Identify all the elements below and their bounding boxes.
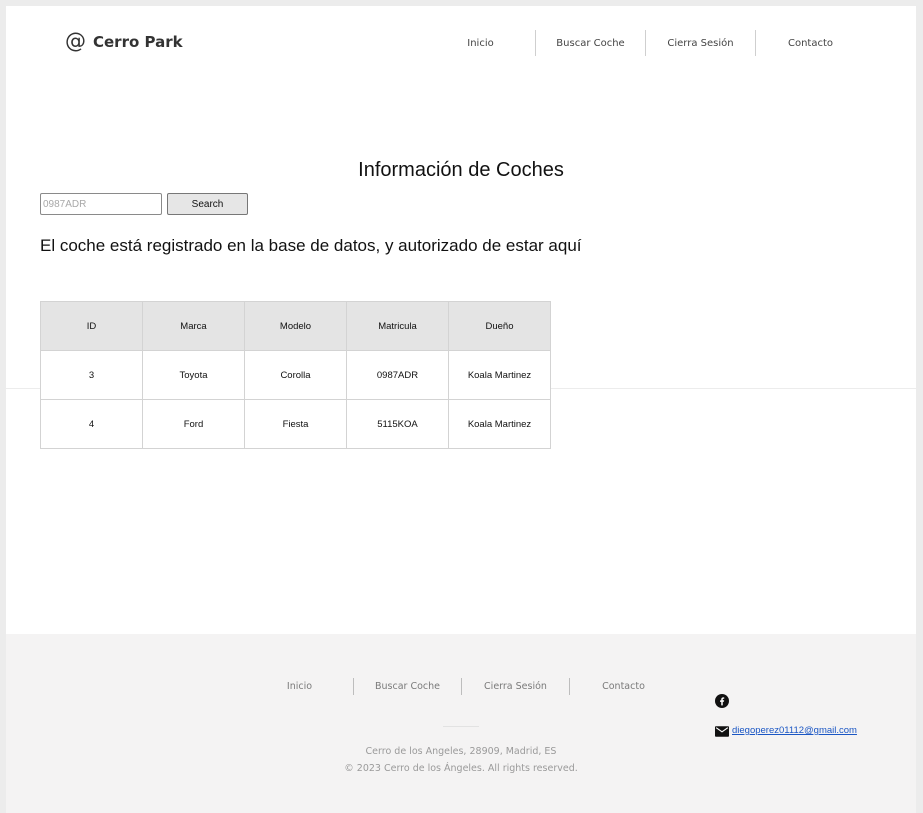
footer-copyright: © 2023 Cerro de los Ángeles. All rights … [344, 763, 578, 774]
facebook-icon[interactable] [715, 694, 729, 708]
nav-inicio[interactable]: Inicio [426, 33, 535, 54]
site-name: Cerro Park [93, 32, 183, 51]
email-link[interactable]: diegoperez01112@gmail.com [732, 725, 857, 736]
footer-rule [443, 726, 479, 727]
nav-buscar-coche[interactable]: Buscar Coche [536, 33, 645, 54]
footer-nav-inicio[interactable]: Inicio [246, 681, 353, 692]
cell-marca: Toyota [142, 350, 245, 400]
cell-marca: Ford [142, 399, 245, 449]
table-header-row: ID Marca Modelo Matricula Dueño [40, 301, 551, 351]
footer: Inicio Buscar Coche Cierra Sesión Contac… [6, 634, 916, 813]
cars-table: ID Marca Modelo Matricula Dueño 3 Toyota… [40, 301, 551, 449]
search-input[interactable] [40, 193, 162, 215]
cell-dueno: Koala Martinez [448, 399, 551, 449]
page-title: Información de Coches [358, 159, 564, 181]
cell-modelo: Fiesta [244, 399, 347, 449]
search-button[interactable]: Search [167, 193, 248, 215]
footer-nav: Inicio Buscar Coche Cierra Sesión Contac… [246, 678, 677, 695]
footer-nav-contacto[interactable]: Contacto [570, 681, 677, 692]
footer-nav-cierra-sesion[interactable]: Cierra Sesión [462, 681, 569, 692]
top-nav: Inicio Buscar Coche Cierra Sesión Contac… [426, 30, 865, 56]
column-header-id: ID [40, 301, 143, 351]
site-logo[interactable]: @ Cerro Park [65, 31, 183, 52]
column-header-dueno: Dueño [448, 301, 551, 351]
status-message: El coche está registrado en la base de d… [40, 236, 582, 255]
cell-modelo: Corolla [244, 350, 347, 400]
table-row: 3 Toyota Corolla 0987ADR Koala Martinez [40, 350, 551, 400]
footer-address: Cerro de los Angeles, 28909, Madrid, ES [365, 746, 557, 757]
cell-matricula: 5115KOA [346, 399, 449, 449]
mail-icon [715, 726, 729, 737]
cell-id: 3 [40, 350, 143, 400]
column-header-marca: Marca [142, 301, 245, 351]
cell-matricula: 0987ADR [346, 350, 449, 400]
at-sign-icon: @ [65, 29, 86, 53]
column-header-modelo: Modelo [244, 301, 347, 351]
cell-id: 4 [40, 399, 143, 449]
footer-nav-buscar-coche[interactable]: Buscar Coche [354, 681, 461, 692]
page: @ Cerro Park Inicio Buscar Coche Cierra … [6, 6, 916, 813]
cell-dueno: Koala Martinez [448, 350, 551, 400]
nav-cierra-sesion[interactable]: Cierra Sesión [646, 33, 755, 54]
column-header-matricula: Matricula [346, 301, 449, 351]
nav-contacto[interactable]: Contacto [756, 33, 865, 54]
table-row: 4 Ford Fiesta 5115KOA Koala Martinez [40, 399, 551, 449]
